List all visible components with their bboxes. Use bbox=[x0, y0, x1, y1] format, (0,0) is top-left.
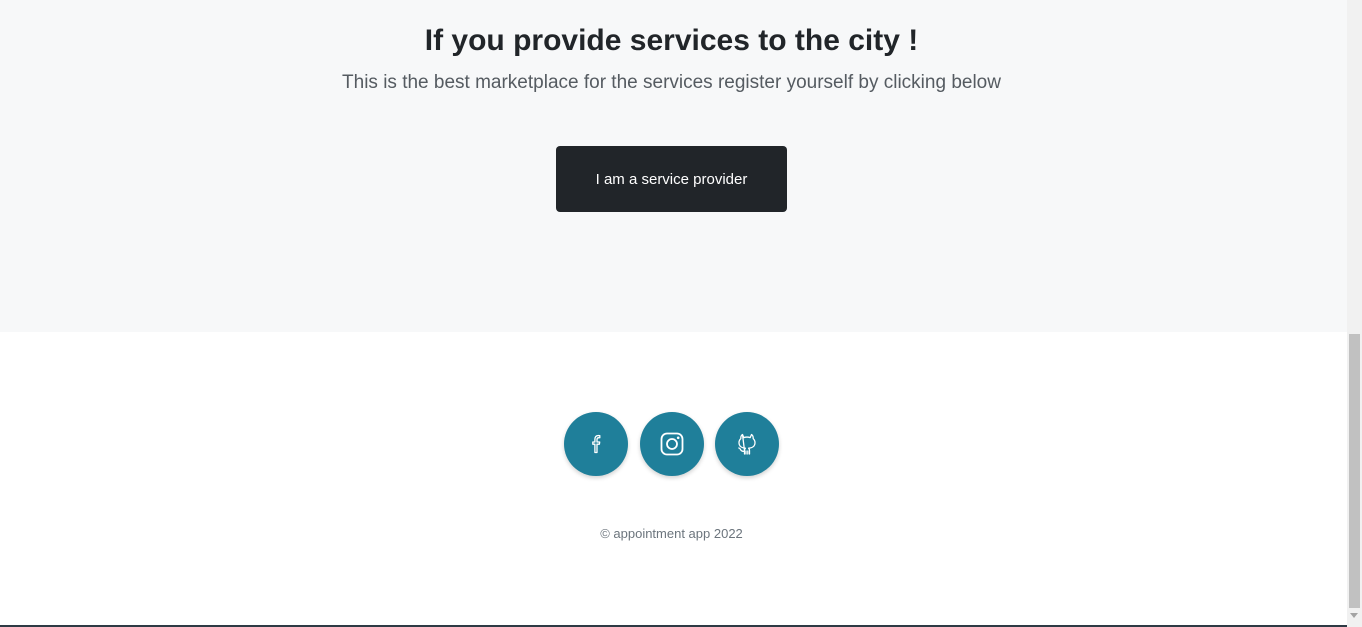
footer: © appointment app 2022 bbox=[0, 332, 1347, 627]
github-icon bbox=[738, 433, 756, 455]
cta-title: If you provide services to the city ! bbox=[424, 24, 919, 57]
service-provider-button[interactable]: I am a service provider bbox=[556, 146, 787, 212]
service-provider-cta-section: If you provide services to the city ! Th… bbox=[0, 0, 1347, 332]
copyright-text: © appointment app 2022 bbox=[600, 526, 743, 541]
instagram-link[interactable] bbox=[640, 412, 704, 476]
scrollbar-thumb[interactable] bbox=[1349, 334, 1360, 608]
scroll-down-arrow-icon[interactable] bbox=[1350, 613, 1358, 618]
vertical-scrollbar[interactable] bbox=[1347, 0, 1362, 627]
github-link[interactable] bbox=[715, 412, 779, 476]
cta-subtitle: This is the best marketplace for the ser… bbox=[342, 72, 1001, 93]
page: If you provide services to the city ! Th… bbox=[0, 0, 1362, 627]
facebook-link[interactable] bbox=[564, 412, 628, 476]
facebook-icon bbox=[592, 434, 601, 454]
instagram-icon bbox=[660, 432, 684, 456]
page-content: If you provide services to the city ! Th… bbox=[0, 0, 1347, 627]
